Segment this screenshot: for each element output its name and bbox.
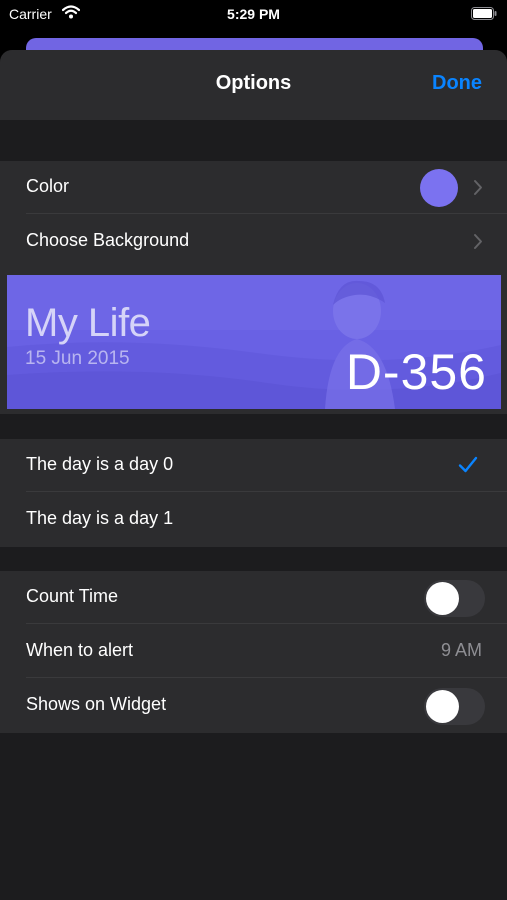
- count-time-row: Count Time: [0, 571, 507, 624]
- day-zero-row[interactable]: The day is a day 0: [0, 439, 507, 492]
- row-divider: [26, 677, 507, 678]
- choose-background-label: Choose Background: [26, 230, 190, 250]
- checkmark-icon: [458, 456, 478, 473]
- color-swatch[interactable]: [420, 169, 458, 207]
- toggle-knob: [426, 582, 459, 615]
- row-divider: [26, 213, 507, 214]
- preview-date: 15 Jun 2015: [25, 348, 130, 369]
- chevron-right-icon: [474, 234, 482, 249]
- preview-title: My Life: [25, 301, 151, 345]
- when-to-alert-row[interactable]: When to alert 9 AM: [0, 625, 507, 678]
- count-time-label: Count Time: [26, 586, 119, 606]
- color-row[interactable]: Color: [0, 161, 507, 214]
- shows-on-widget-label: Shows on Widget: [26, 694, 167, 714]
- status-bar: Carrier 5:29 PM: [0, 0, 507, 30]
- alert-time-value: 9 AM: [440, 640, 482, 660]
- options-sheet: Options Done Color Choose Background My …: [0, 50, 507, 900]
- day-one-label: The day is a day 1: [26, 508, 174, 528]
- appearance-group: Color Choose Background My Life 15 Jun 2…: [0, 161, 507, 414]
- row-divider: [26, 623, 507, 624]
- when-to-alert-label: When to alert: [26, 640, 134, 660]
- status-time: 5:29 PM: [227, 6, 280, 22]
- day-one-row[interactable]: The day is a day 1: [0, 493, 507, 546]
- day-zero-label: The day is a day 0: [26, 454, 174, 474]
- count-time-toggle[interactable]: [424, 580, 485, 617]
- chevron-right-icon: [474, 180, 482, 195]
- settings-group: Count Time When to alert 9 AM Shows on W…: [0, 571, 507, 733]
- done-button[interactable]: Done: [432, 72, 482, 95]
- shows-on-widget-toggle[interactable]: [424, 688, 485, 725]
- background-preview[interactable]: My Life 15 Jun 2015 D-356: [7, 275, 501, 409]
- toggle-knob: [426, 690, 459, 723]
- color-label: Color: [26, 176, 70, 196]
- navigation-bar: Options Done: [0, 50, 507, 120]
- day-start-group: The day is a day 0 The day is a day 1: [0, 439, 507, 547]
- shows-on-widget-row: Shows on Widget: [0, 679, 507, 732]
- page-title: Options: [215, 72, 292, 94]
- row-divider: [26, 491, 507, 492]
- battery-icon: [471, 7, 497, 20]
- preview-day-count: D-356: [345, 344, 487, 400]
- choose-background-row[interactable]: Choose Background: [0, 215, 507, 268]
